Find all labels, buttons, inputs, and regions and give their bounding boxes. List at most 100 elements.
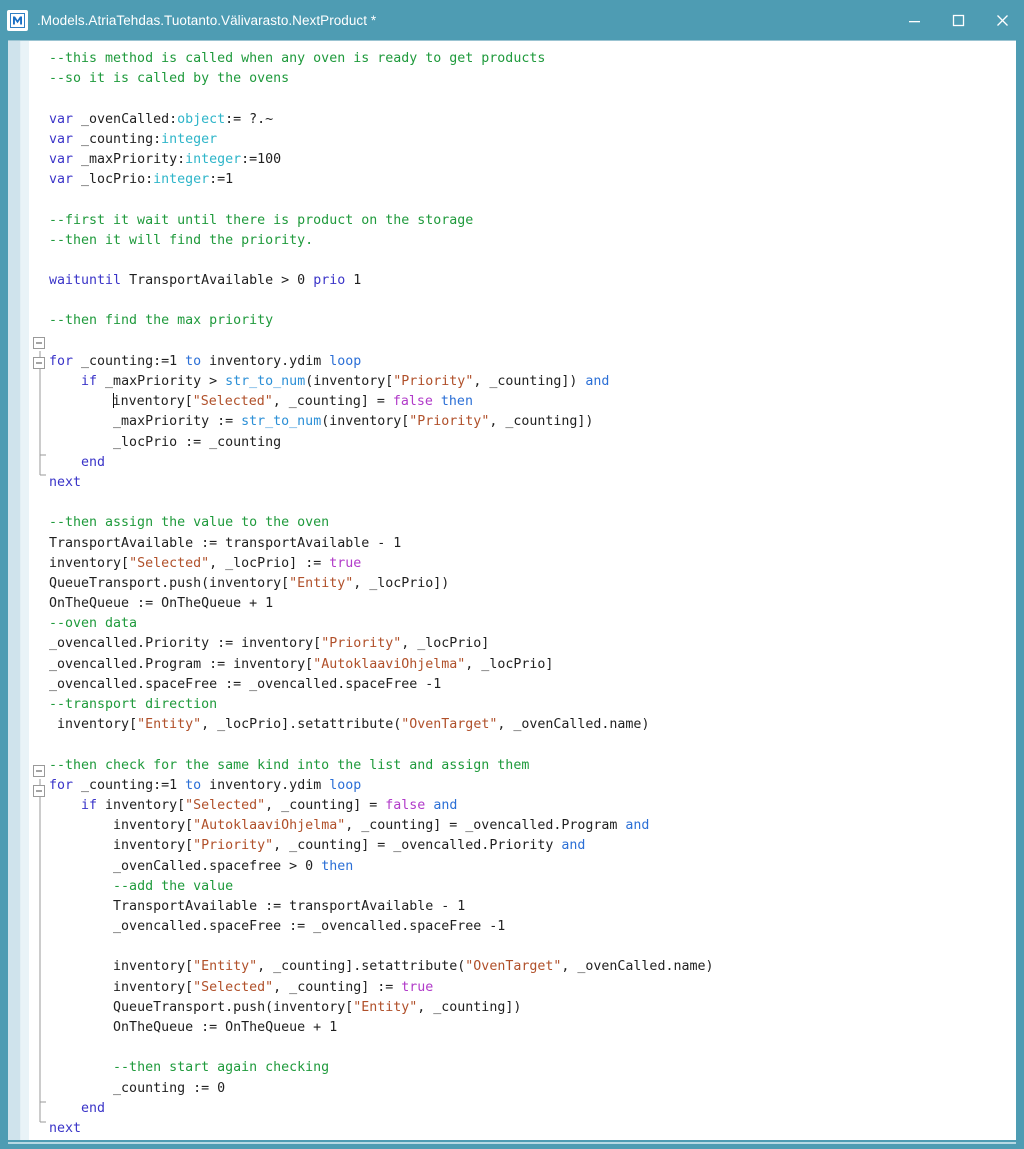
window-titlebar[interactable]: .Models.AtriaTehdas.Tuotanto.Välivarasto… (0, 0, 1024, 40)
code-token-txt: , _locPrio]) (353, 575, 450, 591)
code-token-txt: , _counting] := (273, 979, 402, 995)
code-token-str: "Entity" (193, 959, 258, 975)
code-line: TransportAvailable := transportAvailable… (49, 534, 1016, 554)
code-token-com: --then find the max priority (49, 313, 274, 329)
code-token-txt: , _ovenCalled.name) (561, 959, 714, 975)
code-line: inventory["Selected", _counting] = false… (49, 392, 1016, 412)
code-token-txt: inventory.ydim (201, 353, 330, 369)
code-line: --transport direction (49, 695, 1016, 715)
code-line: if inventory["Selected", _counting] = fa… (49, 796, 1016, 816)
code-text-surface[interactable]: --this method is called when any oven is… (49, 41, 1016, 1140)
code-token-str: "Selected" (192, 394, 273, 410)
code-token-txt: OnTheQueue := OnTheQueue + 1 (49, 596, 274, 612)
code-token-lit: true (401, 979, 434, 995)
code-token-lit: true (329, 555, 362, 571)
code-token-txt: _ovencalled.spaceFree := _ovencalled.spa… (113, 919, 506, 935)
code-token-str: "Priority" (193, 838, 274, 854)
code-token-txt: , _counting] = (265, 797, 386, 813)
code-token-kw2: loop (329, 777, 362, 793)
code-token-type: object (177, 111, 226, 127)
code-token-txt: :=100 (241, 151, 282, 167)
window-title: .Models.AtriaTehdas.Tuotanto.Välivarasto… (37, 12, 377, 28)
code-token-kw: if (81, 374, 98, 389)
code-token-kw: end (81, 454, 106, 470)
fold-margin[interactable] (29, 41, 49, 1140)
code-token-txt: , _counting]) (417, 999, 522, 1015)
code-token-com: --so it is called by the ovens (49, 71, 290, 87)
code-line: inventory["Selected", _counting] := true (49, 978, 1016, 998)
app-logo-icon (7, 9, 28, 31)
code-token-txt: _ovencalled.Priority := inventory[ (49, 636, 322, 652)
code-line: --then it will find the priority. (49, 231, 1016, 251)
code-line: _ovencalled.Priority := inventory["Prior… (49, 634, 1016, 654)
code-editor[interactable]: --this method is called when any oven is… (8, 40, 1016, 1140)
editor-window: .Models.AtriaTehdas.Tuotanto.Välivarasto… (0, 0, 1024, 1149)
close-button[interactable] (980, 0, 1024, 40)
code-token-type: integer (185, 151, 242, 167)
maximize-button[interactable] (936, 0, 980, 40)
code-token-txt: _locPrio := _counting (113, 434, 282, 450)
code-token-com: --then check for the same kind into the … (49, 757, 530, 773)
code-token-com: --add the value (113, 878, 234, 894)
code-token-str: "Priority" (409, 414, 490, 430)
code-line: var _counting:integer (49, 130, 1016, 150)
code-token-str: "Entity" (137, 717, 202, 733)
code-token-type: integer (153, 172, 210, 188)
code-token-txt: OnTheQueue := OnTheQueue + 1 (113, 1020, 338, 1035)
code-token-str: "Entity" (289, 575, 354, 591)
code-line: QueueTransport.push(inventory["Entity", … (49, 998, 1016, 1018)
indicator-margin[interactable] (21, 41, 29, 1140)
code-token-txt: _counting:=1 (73, 353, 186, 369)
code-token-txt: , _ovenCalled.name) (497, 717, 650, 733)
window-client-area: --this method is called when any oven is… (0, 40, 1024, 1149)
code-token-txt: , _counting] = _ovencalled.Program (345, 818, 626, 834)
code-token-txt: inventory.ydim (201, 777, 330, 793)
code-token-txt: _maxPriority := (113, 414, 242, 430)
code-token-lit: false (392, 394, 433, 410)
code-token-str: "AutoklaaviOhjelma" (313, 656, 466, 672)
code-token-kw2: then (321, 858, 354, 874)
code-token-str: "OvenTarget" (401, 717, 498, 733)
code-token-fn: str_to_num (241, 414, 322, 430)
code-line: OnTheQueue := OnTheQueue + 1 (49, 1018, 1016, 1038)
code-token-txt: _counting:=1 (73, 777, 186, 793)
code-token-txt: TransportAvailable > 0 (121, 273, 314, 289)
code-token-txt: inventory[ (113, 838, 194, 854)
code-token-txt: , _counting].setattribute( (257, 959, 466, 975)
code-token-com: --transport direction (49, 697, 218, 712)
code-token-kw: for (49, 777, 74, 793)
code-token-kw: prio (313, 273, 346, 289)
code-token-type: integer (161, 131, 218, 147)
code-token-kw: var (49, 131, 74, 147)
code-token-txt: , _locPrio].setattribute( (201, 717, 402, 733)
bookmark-margin[interactable] (8, 41, 21, 1140)
code-token-str: "OvenTarget" (465, 959, 562, 975)
code-token-txt: , _counting] = _ovencalled.Priority (273, 838, 562, 854)
code-token-txt: inventory[ (57, 717, 138, 733)
minimize-button[interactable] (892, 0, 936, 40)
code-line: for _counting:=1 to inventory.ydim loop (49, 352, 1016, 372)
code-token-txt: _maxPriority: (73, 151, 186, 167)
code-token-str: "AutoklaaviOhjelma" (193, 818, 346, 834)
code-token-txt: _ovenCalled.spacefree > 0 (113, 858, 322, 874)
code-token-txt: , _counting]) (489, 414, 594, 430)
code-token-txt: inventory[ (113, 959, 194, 975)
code-token-str: "Selected" (185, 797, 266, 813)
code-token-com: --oven data (49, 616, 138, 632)
code-line: QueueTransport.push(inventory["Entity", … (49, 574, 1016, 594)
